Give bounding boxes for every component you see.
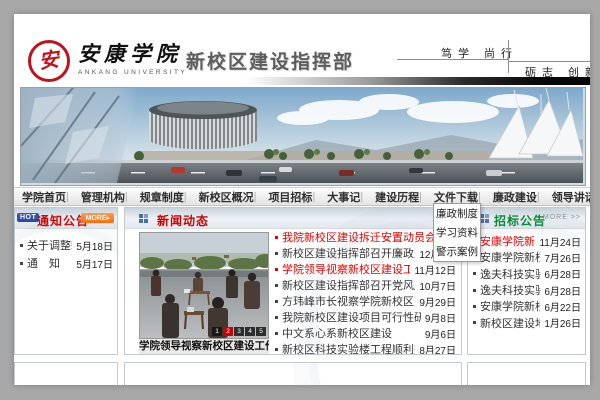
- bullet-icon: [473, 272, 476, 275]
- motto-divider-line: [509, 61, 590, 62]
- nav-item-home[interactable]: 学院首页: [22, 189, 66, 205]
- news-list: 我院新校区建设拆迁安置动员会在建民镇… 新校区建设指挥部召开廉政建设工作座谈…1…: [275, 229, 456, 355]
- nav-item-history[interactable]: 建设历程: [360, 189, 419, 205]
- photo-caption[interactable]: 学院领导视察新校区建设工作: [139, 339, 269, 354]
- bids-more-link[interactable]: MORE >>: [543, 214, 581, 221]
- list-item[interactable]: 逸夫科技实验楼工程监…6月28日: [473, 282, 581, 298]
- list-item[interactable]: 我院新校区建设拆迁安置动员会在建民镇…: [275, 229, 456, 245]
- bullet-icon: [275, 236, 278, 239]
- dropdown-item-study-materials[interactable]: 学习资料: [434, 223, 480, 242]
- motto-divider-line: [397, 59, 508, 60]
- panel-stub: [467, 362, 586, 385]
- list-item[interactable]: 学院领导视察新校区建设工作11月12日: [275, 261, 456, 277]
- nav-item-org[interactable]: 管理机构: [66, 189, 125, 205]
- motto-divider-vertical: [508, 40, 509, 73]
- list-item[interactable]: 新校区建设指挥部召开党风廉政建设暨制…10月7日: [275, 277, 456, 293]
- page-dot-5[interactable]: 5: [256, 327, 266, 336]
- nav-item-integrity[interactable]: 廉政建设: [478, 189, 537, 205]
- nav-item-campus-overview[interactable]: 新校区概况: [184, 189, 254, 205]
- nav-item-events[interactable]: 大事记: [312, 189, 360, 205]
- news-photo[interactable]: 1 2 3 4 5: [139, 232, 269, 339]
- panel-stub: [14, 362, 118, 385]
- bids-panel: 招标公告 MORE >> 安康学院新校区景观绿…11月24日 安康学院新校区道路…: [467, 207, 586, 355]
- webpage: 安 安康学院 ANKANG UNIVERSITY 新校区建设指挥部 笃学 尚行 …: [14, 14, 590, 385]
- squares-icon: [139, 214, 148, 223]
- nav-item-speeches[interactable]: 领导讲话: [537, 189, 590, 205]
- university-logo-seal-icon: 安: [28, 40, 70, 82]
- dropdown-item-integrity-rules[interactable]: 廉政制度: [434, 204, 480, 223]
- news-title: 新闻动态: [157, 212, 209, 229]
- news-header: 新闻动态: [125, 208, 461, 229]
- page-title: 新校区建设指挥部: [186, 47, 354, 74]
- bullet-icon: [275, 300, 278, 303]
- list-item[interactable]: 新校区科技实验楼工程顺利完成招标8月27日: [275, 341, 456, 355]
- site-header: 安 安康学院 ANKANG UNIVERSITY 新校区建设指挥部 笃学 尚行 …: [14, 14, 590, 77]
- notices-more-link[interactable]: MORE▸: [81, 213, 114, 223]
- news-panel: 新闻动态: [124, 207, 462, 355]
- list-item[interactable]: 方玮峰市长视察学院新校区建设并参加科…9月29日: [275, 293, 456, 309]
- notices-panel: HOT 通知公告 MORE▸ 关于调整新校区建…5月18日 通 知5月17日: [14, 207, 118, 355]
- list-item[interactable]: 关于调整新校区建…5月18日: [20, 236, 113, 254]
- nav-item-bidding[interactable]: 项目招标: [254, 189, 313, 205]
- bullet-icon: [275, 316, 278, 319]
- squares-icon: [480, 214, 489, 223]
- list-item[interactable]: 新校区建设指挥部召开廉政建设工作座谈…12月2日: [275, 245, 456, 261]
- nav-item-rules[interactable]: 规章制度: [125, 189, 184, 205]
- list-item[interactable]: 安康学院新校区道路及…7月26日: [473, 249, 581, 265]
- main-nav: 学院首页 管理机构 规章制度 新校区概况 项目招标 大事记 建设历程 文件下载 …: [14, 187, 590, 206]
- list-item[interactable]: 我院新校区建设项目可行性研究报告获得…9月8日: [275, 309, 456, 325]
- bullet-icon: [20, 262, 23, 265]
- bids-title: 招标公告: [494, 212, 546, 229]
- dropdown-item-warning-cases[interactable]: 警示案例: [434, 242, 480, 261]
- bullet-icon: [20, 244, 23, 247]
- page-dot-2-active[interactable]: 2: [223, 327, 233, 336]
- list-item[interactable]: 安康学院新校区基建用…6月22日: [473, 298, 581, 314]
- notices-list: 关于调整新校区建…5月18日 通 知5月17日: [20, 236, 113, 272]
- bullet-icon: [275, 284, 278, 287]
- campus-banner-image: [20, 87, 586, 186]
- panel-stub: [124, 362, 462, 385]
- header-fade-bar: [14, 77, 590, 85]
- bullet-icon: [473, 321, 476, 324]
- banner-graphic: [21, 88, 583, 183]
- page-dot-1[interactable]: 1: [212, 327, 222, 336]
- notices-header: HOT 通知公告 MORE▸: [15, 208, 117, 229]
- page-dot-4[interactable]: 4: [245, 327, 255, 336]
- hot-badge: HOT: [17, 213, 39, 222]
- bullet-icon: [275, 252, 278, 255]
- list-item[interactable]: 逸夫科技实验楼工程招…6月28日: [473, 266, 581, 282]
- list-item[interactable]: 新校区建设地质勘察招…1月26日: [473, 314, 581, 330]
- list-item[interactable]: 中文系心系新校区建设9月6日: [275, 325, 456, 341]
- integrity-dropdown-menu: 廉政制度 学习资料 警示案例: [433, 203, 481, 262]
- bullet-icon: [275, 348, 278, 351]
- bids-list: 安康学院新校区景观绿…11月24日 安康学院新校区道路及…7月26日 逸夫科技实…: [473, 233, 581, 331]
- motto-block: 笃学 尚行 砺志 创新: [397, 42, 590, 80]
- bids-header: 招标公告 MORE >>: [468, 208, 585, 229]
- screen: 安 安康学院 ANKANG UNIVERSITY 新校区建设指挥部 笃学 尚行 …: [0, 0, 600, 400]
- bullet-icon: [275, 332, 278, 335]
- seal-glyph: 安: [38, 50, 61, 73]
- list-item[interactable]: 通 知5月17日: [20, 254, 113, 272]
- bullet-icon: [473, 289, 476, 292]
- news-photo-block: 1 2 3 4 5 学院领导视察新校区建设工作: [139, 232, 269, 354]
- photo-pagination: 1 2 3 4 5: [212, 327, 266, 336]
- bullet-icon: [275, 268, 278, 271]
- bullet-icon: [473, 305, 476, 308]
- page-dot-3[interactable]: 3: [234, 327, 244, 336]
- list-item[interactable]: 安康学院新校区景观绿…11月24日: [473, 233, 581, 249]
